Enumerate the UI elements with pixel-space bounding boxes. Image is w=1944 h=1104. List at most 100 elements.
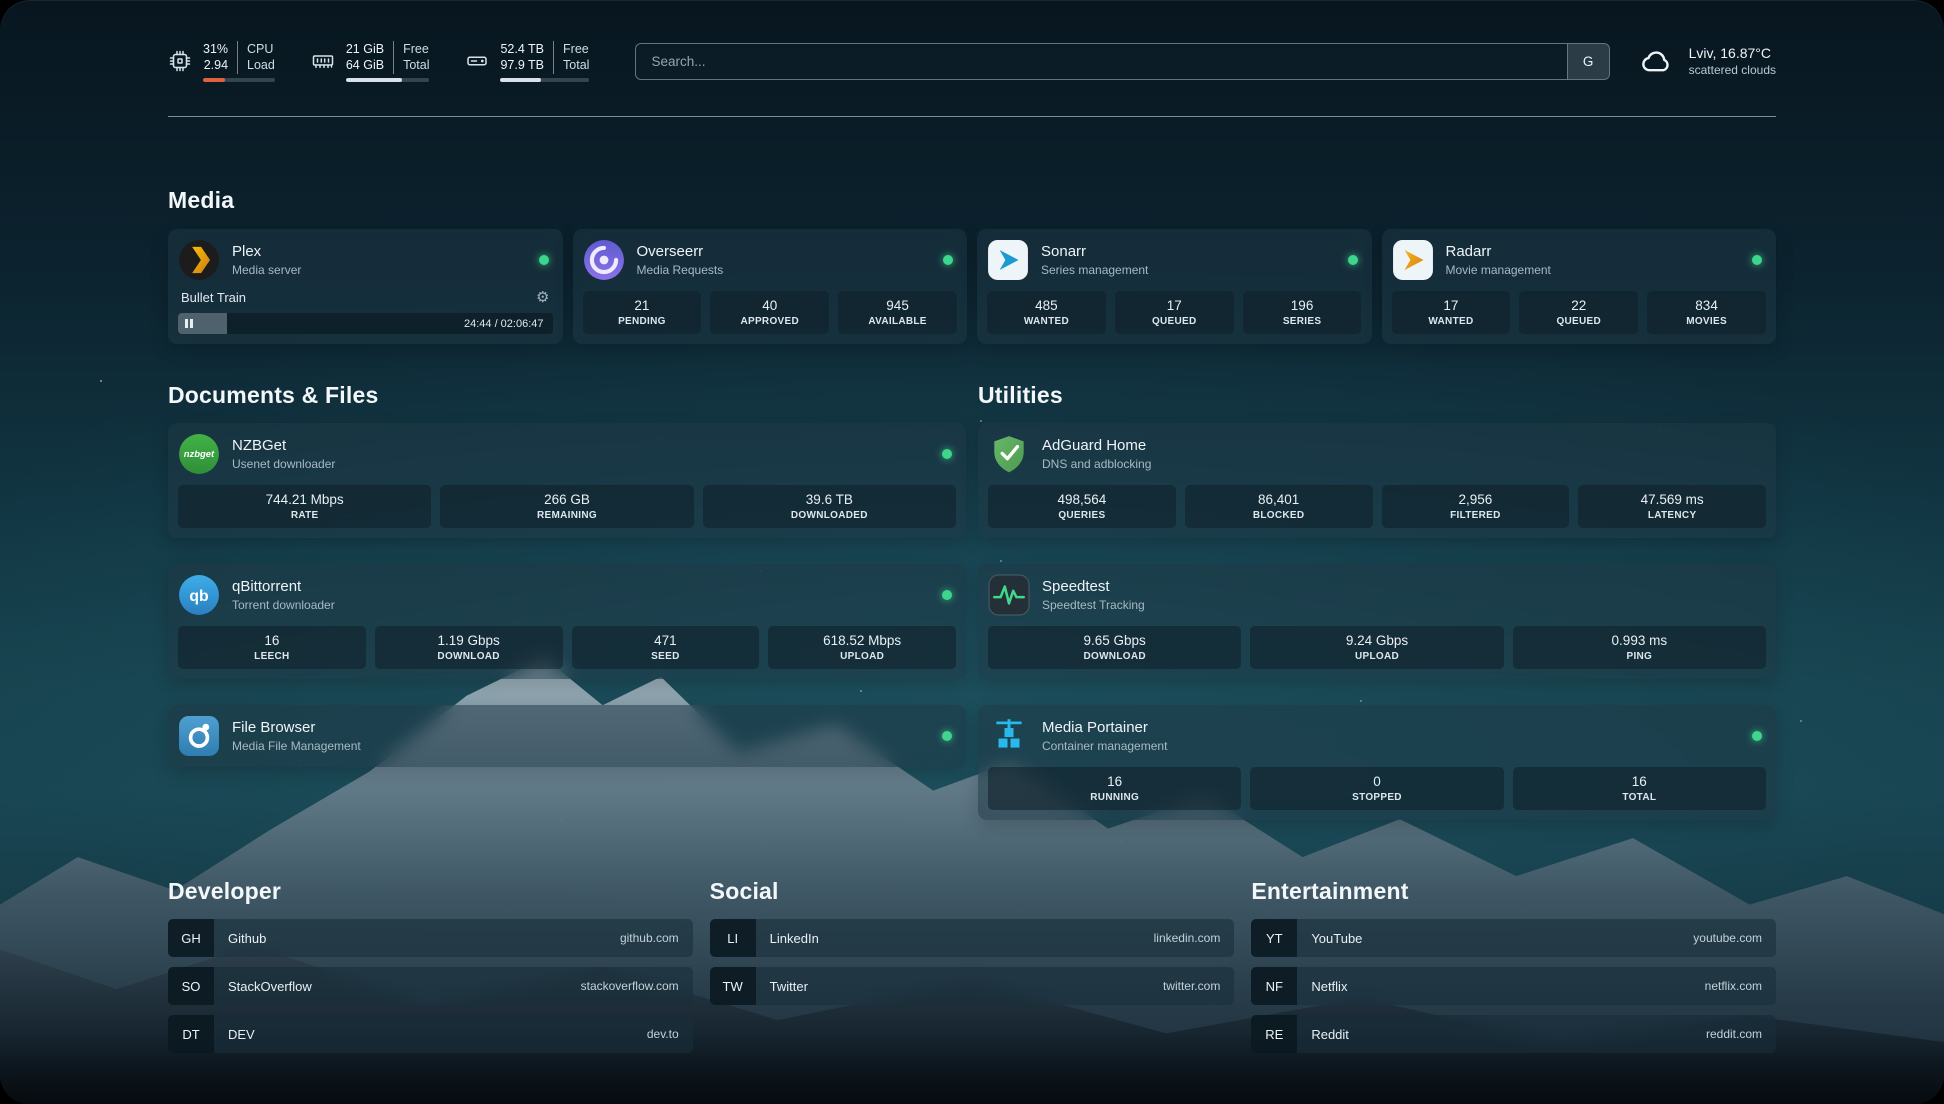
pause-icon — [185, 319, 193, 328]
stat-label: WANTED — [1428, 316, 1473, 327]
service-name: Sonarr — [1041, 243, 1330, 260]
weather-condition: scattered clouds — [1689, 63, 1776, 77]
stat-value: 40 — [762, 298, 777, 313]
bookmark-group-social: Social LI LinkedIn linkedin.com TW Twitt… — [710, 878, 1235, 1063]
bookmark-netflix[interactable]: NF Netflix netflix.com — [1251, 967, 1776, 1005]
bookmark-github[interactable]: GH Github github.com — [168, 919, 693, 957]
stat-value: 47.569 ms — [1641, 492, 1704, 507]
memory-usage-bar-fill — [346, 78, 402, 82]
stat-seed: 471 SEED — [572, 626, 760, 669]
cpu-usage-bar-fill — [203, 78, 225, 82]
stat-value: 1.19 Gbps — [437, 633, 499, 648]
stat-upload: 9.24 Gbps UPLOAD — [1250, 626, 1503, 669]
service-card-nzbget[interactable]: nzbget NZBGet Usenet downloader 744.21 M… — [168, 423, 966, 538]
gear-icon[interactable]: ⚙ — [536, 290, 549, 305]
search-bar: G — [635, 43, 1609, 80]
status-dot-online — [1752, 255, 1762, 265]
stat-label: WANTED — [1024, 316, 1069, 327]
service-card-speedtest[interactable]: Speedtest Speedtest Tracking 9.65 Gbps D… — [978, 564, 1776, 679]
stat-value: 22 — [1571, 298, 1586, 313]
topbar-divider — [168, 116, 1776, 117]
stat-value: 498,564 — [1057, 492, 1106, 507]
stat-queued: 22 QUEUED — [1519, 291, 1638, 334]
service-name: Speedtest — [1042, 578, 1766, 595]
service-description: Series management — [1041, 263, 1330, 277]
bookmark-url: youtube.com — [1693, 931, 1762, 945]
status-dot-online — [942, 590, 952, 600]
stat-label: QUEUED — [1556, 316, 1601, 327]
disk-total-label: Total — [563, 57, 589, 74]
qbittorrent-icon: qb — [178, 574, 220, 616]
stat-label: QUEUED — [1152, 316, 1197, 327]
status-dot-online — [943, 255, 953, 265]
service-card-qbittorrent[interactable]: qb qBittorrent Torrent downloader 16 LEE… — [168, 564, 966, 679]
stat-label: TOTAL — [1622, 792, 1656, 803]
service-name: File Browser — [232, 719, 924, 736]
memory-total-value: 64 GiB — [346, 57, 384, 74]
bookmark-group-developer: Developer GH Github github.com SO StackO… — [168, 878, 693, 1063]
search-provider-button[interactable]: G — [1567, 44, 1609, 79]
service-card-filebrowser[interactable]: File Browser Media File Management — [168, 705, 966, 767]
stat-label: APPROVED — [740, 316, 799, 327]
stat-value: 16 — [1107, 774, 1122, 789]
svg-text:nzbget: nzbget — [184, 449, 215, 460]
bookmark-stackoverflow[interactable]: SO StackOverflow stackoverflow.com — [168, 967, 693, 1005]
memory-free-label: Free — [403, 41, 429, 58]
service-card-overseerr[interactable]: Overseerr Media Requests 21 PENDING 40 A… — [573, 229, 968, 344]
bookmark-group-entertainment: Entertainment YT YouTube youtube.com NF … — [1251, 878, 1776, 1063]
bookmark-name: Netflix — [1311, 979, 1347, 994]
bookmark-twitter[interactable]: TW Twitter twitter.com — [710, 967, 1235, 1005]
service-description: Movie management — [1446, 263, 1735, 277]
plex-icon — [178, 239, 220, 281]
adguard-shield-icon — [988, 433, 1030, 475]
stat-value: 196 — [1291, 298, 1314, 313]
service-card-radarr[interactable]: Radarr Movie management 17 WANTED 22 QUE… — [1382, 229, 1777, 344]
bookmark-abbr: GH — [168, 919, 214, 957]
service-description: DNS and adblocking — [1042, 457, 1766, 471]
service-card-sonarr[interactable]: Sonarr Series management 485 WANTED 17 Q… — [977, 229, 1372, 344]
service-name: Media Portainer — [1042, 719, 1734, 736]
cpu-load-value: 2.94 — [204, 57, 228, 74]
bookmark-linkedin[interactable]: LI LinkedIn linkedin.com — [710, 919, 1235, 957]
service-card-plex[interactable]: Plex Media server Bullet Train ⚙ 24:44 /… — [168, 229, 563, 344]
stat-label: BLOCKED — [1253, 510, 1305, 521]
disk-free-value: 52.4 TB — [500, 41, 544, 58]
filebrowser-icon — [178, 715, 220, 757]
bookmark-name: Twitter — [770, 979, 808, 994]
stat-value: 9.65 Gbps — [1084, 633, 1146, 648]
service-description: Torrent downloader — [232, 598, 924, 612]
stat-value: 2,956 — [1458, 492, 1492, 507]
service-card-adguard[interactable]: AdGuard Home DNS and adblocking 498,564 … — [978, 423, 1776, 538]
sonarr-icon — [987, 239, 1029, 281]
service-description: Media server — [232, 263, 521, 277]
stat-download: 9.65 Gbps DOWNLOAD — [988, 626, 1241, 669]
disk-widget: 52.4 TB 97.9 TB Free Total — [465, 41, 589, 82]
disk-icon — [465, 49, 489, 73]
stat-value: 17 — [1443, 298, 1458, 313]
stat-label: FILTERED — [1450, 510, 1501, 521]
memory-widget: 21 GiB 64 GiB Free Total — [311, 41, 430, 82]
stat-value: 744.21 Mbps — [266, 492, 344, 507]
playback-time: 24:44 / 02:06:47 — [464, 318, 553, 330]
stat-value: 0.993 ms — [1612, 633, 1668, 648]
stat-filtered: 2,956 FILTERED — [1382, 485, 1570, 528]
stat-label: LATENCY — [1648, 510, 1697, 521]
stat-stopped: 0 STOPPED — [1250, 767, 1503, 810]
stat-label: PING — [1626, 651, 1652, 662]
bookmark-reddit[interactable]: RE Reddit reddit.com — [1251, 1015, 1776, 1053]
bookmark-youtube[interactable]: YT YouTube youtube.com — [1251, 919, 1776, 957]
status-dot-online — [1348, 255, 1358, 265]
stat-available: 945 AVAILABLE — [838, 291, 957, 334]
search-input[interactable] — [636, 44, 1566, 79]
service-card-portainer[interactable]: Media Portainer Container management 16 … — [978, 705, 1776, 820]
service-description: Speedtest Tracking — [1042, 598, 1766, 612]
speedtest-icon — [988, 574, 1030, 616]
stat-queued: 17 QUEUED — [1115, 291, 1234, 334]
service-description: Media Requests — [637, 263, 926, 277]
stat-value: 485 — [1035, 298, 1058, 313]
now-playing-title: Bullet Train — [181, 290, 246, 305]
cpu-chip-icon — [168, 49, 192, 73]
bookmark-dev[interactable]: DT DEV dev.to — [168, 1015, 693, 1053]
section-media: Media Plex — [168, 187, 1776, 344]
service-name: AdGuard Home — [1042, 437, 1766, 454]
